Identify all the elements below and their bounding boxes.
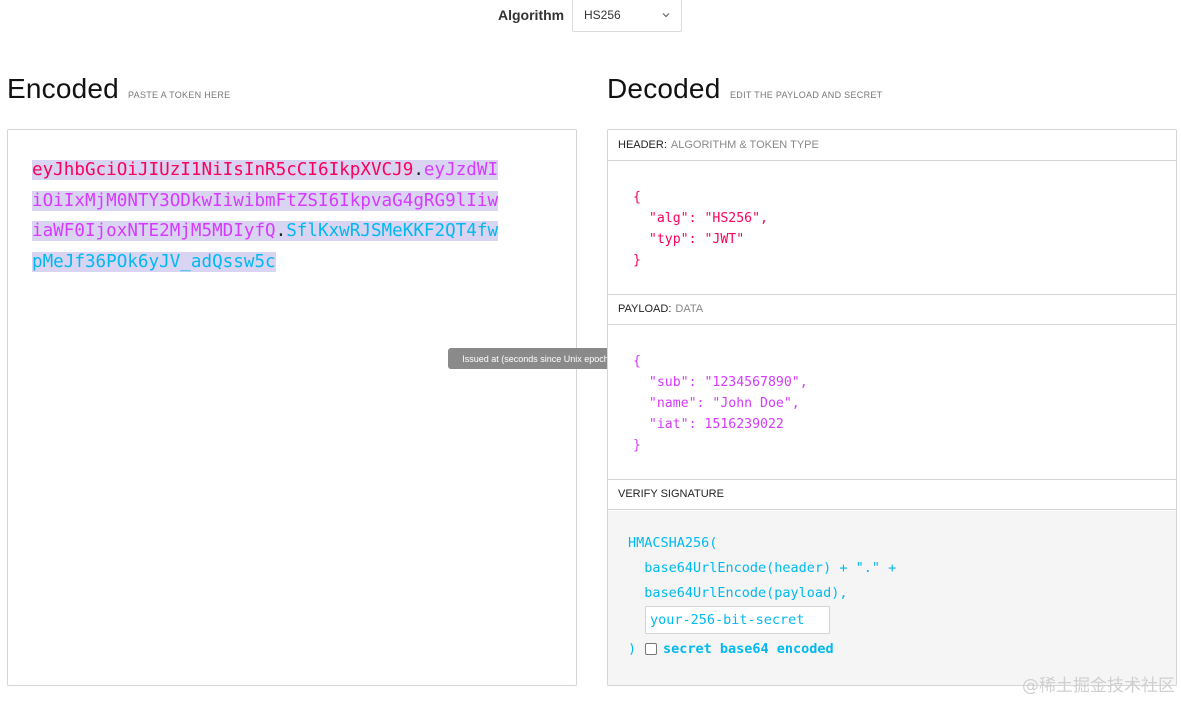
payload-section-label: PAYLOAD: [618, 303, 672, 315]
payload-section-sub: DATA [675, 303, 704, 315]
encoded-title: Encoded [7, 73, 119, 104]
base64-encoded-label[interactable]: secret base64 encoded [663, 641, 834, 657]
header-section-sub: ALGORITHM & TOKEN TYPE [670, 139, 819, 151]
chevron-down-icon [662, 13, 670, 18]
close-paren: ) [628, 641, 637, 657]
iat-tooltip: Issued at (seconds since Unix epoch) [448, 348, 631, 369]
token-dot: . [413, 160, 424, 180]
secret-input[interactable] [645, 606, 830, 634]
token-header-part: eyJhbGciOiJIUzI1NiIsInR5cCI6IkpXVCJ9 [32, 160, 414, 180]
algorithm-select[interactable]: HS256 [572, 0, 682, 32]
payload-section-title: PAYLOAD: DATA [608, 294, 1176, 325]
decoded-subtitle: EDIT THE PAYLOAD AND SECRET [730, 90, 883, 100]
decoded-title: Decoded [607, 73, 721, 104]
algorithm-label: Algorithm [498, 7, 565, 23]
token-dot: . [275, 221, 287, 241]
encoded-token-text[interactable]: eyJhbGciOiJIUzI1NiIsInR5cCI6IkpXVCJ9.eyJ… [32, 155, 502, 277]
encoded-subtitle: PASTE A TOKEN HERE [128, 90, 231, 100]
algorithm-selected-value: HS256 [584, 8, 621, 22]
header-json-editor[interactable]: { "alg": "HS256", "typ": "JWT" } [633, 187, 768, 271]
base64-encoded-checkbox[interactable] [645, 643, 657, 655]
header-section-label: HEADER: [618, 139, 667, 151]
encode-payload-line: base64UrlEncode(payload), [628, 585, 848, 601]
header-section-title: HEADER: ALGORITHM & TOKEN TYPE [608, 130, 1176, 161]
watermark: @稀土掘金技术社区 [1022, 676, 1175, 696]
payload-json-editor[interactable]: { "sub": "1234567890", "name": "John Doe… [633, 351, 808, 456]
verify-section-title: VERIFY SIGNATURE [608, 479, 1176, 510]
verify-signature-area: HMACSHA256( base64UrlEncode(header) + ".… [608, 511, 1176, 685]
decoded-panel: HEADER: ALGORITHM & TOKEN TYPE { "alg": "… [607, 129, 1177, 686]
hmac-line: HMACSHA256( [628, 535, 718, 551]
encode-header-line: base64UrlEncode(header) + "." + [628, 560, 897, 576]
